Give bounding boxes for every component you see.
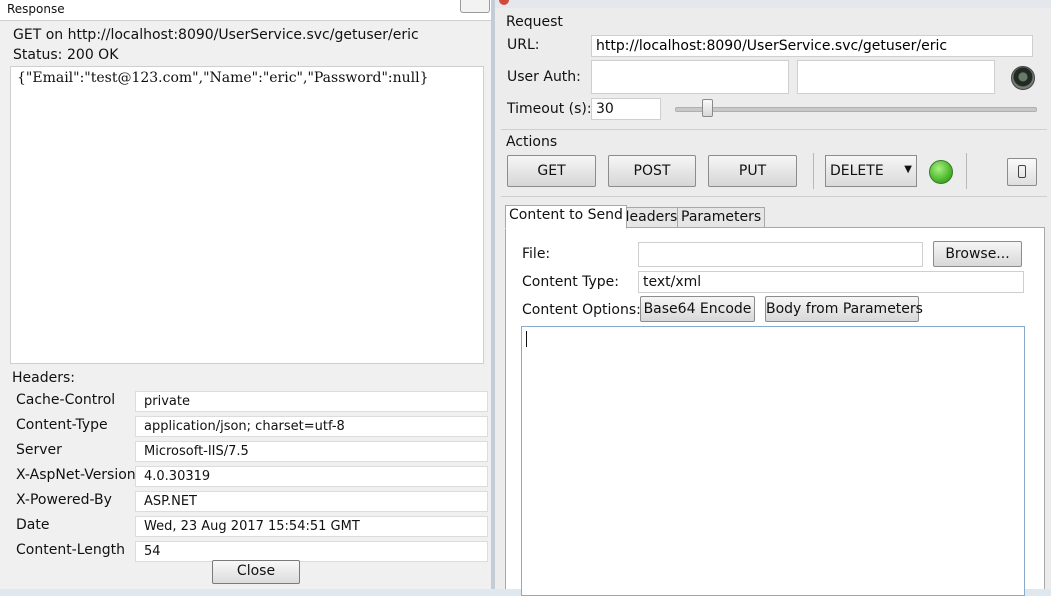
response-window: Response GET on http://localhost:8090/Us… xyxy=(0,0,493,589)
content-options-label: Content Options: xyxy=(522,302,641,318)
get-button[interactable]: GET xyxy=(507,155,596,187)
header-name: Server xyxy=(16,442,62,458)
actions-section-label: Actions xyxy=(506,134,558,150)
response-title: Response xyxy=(7,2,65,16)
header-name: Cache-Control xyxy=(16,392,116,408)
auth-username-input[interactable] xyxy=(591,60,789,94)
headers-label: Headers: xyxy=(12,370,75,386)
post-button[interactable]: POST xyxy=(608,155,696,187)
header-name: Content-Type xyxy=(16,417,108,433)
header-row: Date Wed, 23 Aug 2017 15:54:51 GMT xyxy=(10,516,488,540)
body-from-parameters-button[interactable]: Body from Parameters xyxy=(765,296,923,322)
timeout-slider-track[interactable] xyxy=(675,107,1037,112)
content-body-textarea[interactable] xyxy=(521,326,1025,596)
method-dropdown[interactable]: DELETE ▼ xyxy=(825,155,917,187)
header-row: Cache-Control private xyxy=(10,391,488,415)
titlebar-close-icon[interactable] xyxy=(460,0,490,13)
timeout-input[interactable]: 30 xyxy=(591,98,661,120)
header-value[interactable]: ASP.NET xyxy=(135,491,488,512)
header-row: Content-Type application/json; charset=u… xyxy=(10,416,488,440)
method-dropdown-value: DELETE xyxy=(830,163,884,179)
timeout-label: Timeout (s): xyxy=(507,101,592,117)
header-value[interactable]: Wed, 23 Aug 2017 15:54:51 GMT xyxy=(135,516,488,537)
content-type-input[interactable]: text/xml xyxy=(638,271,1024,293)
content-to-send-panel: File: Browse... Content Type: text/xml C… xyxy=(505,227,1045,596)
lock-button[interactable] xyxy=(1007,158,1037,186)
header-row: Server Microsoft-IIS/7.5 xyxy=(10,441,488,465)
url-label: URL: xyxy=(507,37,540,53)
status-light-icon xyxy=(929,160,953,184)
header-name: X-Powered-By xyxy=(16,492,112,508)
file-label: File: xyxy=(522,246,551,262)
response-titlebar: Response xyxy=(0,0,492,21)
header-value[interactable]: Microsoft-IIS/7.5 xyxy=(135,441,488,462)
base64-encode-button[interactable]: Base64 Encode xyxy=(640,296,755,322)
response-request-line: GET on http://localhost:8090/UserService… xyxy=(13,27,419,43)
status-value: 200 OK xyxy=(67,47,119,63)
url-input[interactable] xyxy=(591,35,1033,57)
response-body-box[interactable]: {"Email":"test@123.com","Name":"eric","P… xyxy=(10,66,484,364)
user-auth-label: User Auth: xyxy=(507,69,581,85)
header-name: Date xyxy=(16,517,50,533)
header-row: X-Powered-By ASP.NET xyxy=(10,491,488,515)
tab-parameters[interactable]: Parameters xyxy=(677,207,766,228)
section-divider xyxy=(501,129,1047,130)
tab-content-to-send[interactable]: Content to Send xyxy=(505,205,627,229)
header-value[interactable]: 54 xyxy=(135,541,488,562)
dropdown-arrow-icon: ▼ xyxy=(904,164,912,175)
auth-password-input[interactable] xyxy=(797,60,995,94)
header-value[interactable]: private xyxy=(135,391,488,412)
timeout-slider-thumb[interactable] xyxy=(702,99,713,117)
auth-dial-icon[interactable] xyxy=(1011,66,1035,90)
header-row: X-AspNet-Version 4.0.30319 xyxy=(10,466,488,490)
response-body-text: {"Email":"test@123.com","Name":"eric","P… xyxy=(17,70,429,86)
toolbar-separator xyxy=(813,153,814,189)
status-label: Status: xyxy=(13,47,63,63)
file-path-input[interactable] xyxy=(638,242,923,267)
toolbar-separator xyxy=(966,153,967,189)
browse-button[interactable]: Browse... xyxy=(933,241,1022,267)
put-button[interactable]: PUT xyxy=(708,155,797,187)
lock-icon xyxy=(1018,165,1026,178)
header-value[interactable]: 4.0.30319 xyxy=(135,466,488,487)
close-button[interactable]: Close xyxy=(212,560,300,584)
header-value[interactable]: application/json; charset=utf-8 xyxy=(135,416,488,437)
request-titlebar xyxy=(495,0,1051,8)
section-divider xyxy=(501,196,1047,197)
text-caret xyxy=(526,331,527,347)
header-name: X-AspNet-Version xyxy=(16,467,136,483)
request-window: Request URL: User Auth: Timeout (s): 30 … xyxy=(491,0,1051,596)
content-type-label: Content Type: xyxy=(522,274,620,290)
header-name: Content-Length xyxy=(16,542,126,558)
request-section-label: Request xyxy=(506,14,563,30)
